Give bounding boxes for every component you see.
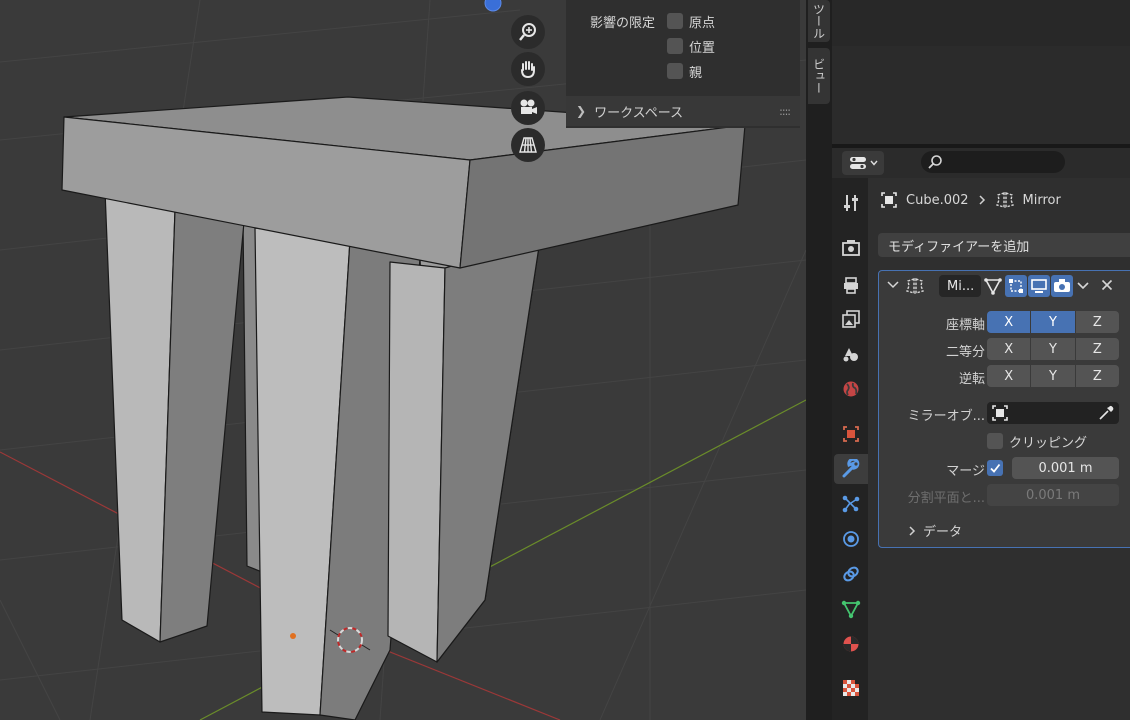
mirror-modifier-panel: Mi... 座標軸 X Y Z 二等分 X Y Z 逆転 X Y Z ミラーオブ… bbox=[878, 270, 1130, 548]
collapse-chevron-icon[interactable] bbox=[887, 280, 899, 290]
tool-tab-icon[interactable] bbox=[836, 188, 866, 218]
scene-tab-icon[interactable] bbox=[836, 339, 866, 369]
merge-label: マージ bbox=[946, 464, 985, 479]
chevron-right-icon: ❯ bbox=[576, 104, 587, 118]
properties-editor-icon bbox=[849, 157, 866, 169]
bisect-distance-label: 分割平面と... bbox=[907, 491, 985, 506]
hand-pan-icon[interactable] bbox=[511, 52, 545, 86]
edit-mode-icon[interactable] bbox=[1005, 275, 1027, 297]
merge-checkbox[interactable] bbox=[987, 460, 1003, 476]
close-icon[interactable] bbox=[1101, 279, 1113, 291]
bisect-z-toggle[interactable]: Z bbox=[1075, 338, 1119, 360]
affect-only-panel: 影響の限定 原点 位置 親 ❯ ワークスペース :::: bbox=[566, 0, 800, 128]
search-icon bbox=[928, 155, 942, 169]
locations-label: 位置 bbox=[689, 40, 716, 56]
properties-main: Cube.002 Mirror モディファイアーを追加 Mi... 座標軸 X … bbox=[868, 178, 1130, 720]
realtime-display-icon[interactable] bbox=[1028, 275, 1050, 297]
breadcrumb: Cube.002 Mirror bbox=[880, 190, 1061, 210]
origins-label: 原点 bbox=[689, 15, 716, 31]
axis-z-toggle[interactable]: Z bbox=[1075, 311, 1119, 333]
object-origin bbox=[290, 633, 296, 639]
editor-type-button[interactable] bbox=[842, 151, 884, 175]
gizmo-axis-ball[interactable] bbox=[484, 0, 502, 12]
mirror-object-field[interactable] bbox=[987, 402, 1119, 424]
bisect-toggle-group: X Y Z bbox=[987, 338, 1119, 360]
render-tab-icon[interactable] bbox=[836, 233, 866, 263]
outliner-strip bbox=[832, 0, 1130, 46]
tab-view[interactable]: ビュー bbox=[808, 48, 830, 104]
axis-x-toggle[interactable]: X bbox=[987, 311, 1032, 333]
locations-option[interactable]: 位置 bbox=[667, 36, 715, 56]
locations-checkbox[interactable] bbox=[667, 38, 683, 54]
mirror-modifier-icon bbox=[995, 192, 1014, 208]
constraints-tab-icon[interactable] bbox=[836, 559, 866, 589]
origins-checkbox[interactable] bbox=[667, 13, 683, 29]
world-tab-icon[interactable] bbox=[836, 374, 866, 404]
axis-y-toggle[interactable]: Y bbox=[1031, 311, 1076, 333]
breadcrumb-object: Cube.002 bbox=[906, 192, 969, 208]
chevron-right-icon bbox=[978, 195, 985, 205]
breadcrumb-modifier: Mirror bbox=[1022, 192, 1061, 208]
modifier-name-field[interactable]: Mi... bbox=[939, 275, 981, 297]
view-layer-tab-icon[interactable] bbox=[836, 304, 866, 334]
drag-handle-icon[interactable]: :::: bbox=[779, 105, 791, 118]
parents-checkbox[interactable] bbox=[667, 63, 683, 79]
add-modifier-button[interactable]: モディファイアーを追加 bbox=[878, 233, 1130, 257]
properties-tabs bbox=[832, 178, 868, 720]
mirror-object-label: ミラーオブ... bbox=[907, 409, 985, 424]
bisect-label: 二等分 bbox=[945, 345, 985, 360]
flip-x-toggle[interactable]: X bbox=[987, 365, 1032, 387]
data-subpanel-label: データ bbox=[923, 525, 963, 540]
workspace-label: ワークスペース bbox=[594, 105, 684, 121]
bisect-distance-field[interactable]: 0.001 m bbox=[987, 484, 1119, 506]
checkmark-icon bbox=[990, 463, 1001, 473]
flip-z-toggle[interactable]: Z bbox=[1075, 365, 1119, 387]
zoom-icon[interactable] bbox=[511, 15, 545, 49]
clipping-checkbox[interactable] bbox=[987, 433, 1003, 449]
origins-option[interactable]: 原点 bbox=[667, 11, 715, 31]
flip-y-toggle[interactable]: Y bbox=[1031, 365, 1076, 387]
render-camera-icon[interactable] bbox=[1051, 275, 1073, 297]
texture-tab-icon[interactable] bbox=[836, 673, 866, 703]
tab-tool[interactable]: ツール bbox=[808, 0, 830, 42]
axis-label: 座標軸 bbox=[945, 318, 985, 333]
sidebar-tabs: ツール ビュー bbox=[806, 0, 832, 720]
modifier-header: Mi... bbox=[879, 271, 1130, 301]
bisect-y-toggle[interactable]: Y bbox=[1031, 338, 1076, 360]
clipping-label: クリッピング bbox=[1009, 436, 1088, 451]
chevron-down-icon bbox=[869, 160, 878, 166]
camera-view-icon[interactable] bbox=[511, 91, 545, 125]
merge-distance-field[interactable]: 0.001 m bbox=[1012, 457, 1119, 479]
bisect-x-toggle[interactable]: X bbox=[987, 338, 1032, 360]
edit-cage-icon[interactable] bbox=[982, 275, 1004, 297]
properties-search-input[interactable] bbox=[921, 151, 1065, 173]
chevron-down-icon[interactable] bbox=[1077, 281, 1089, 291]
properties-header bbox=[832, 148, 1130, 178]
stool-mesh[interactable] bbox=[61, 96, 746, 720]
mirror-icon bbox=[906, 278, 924, 294]
output-tab-icon[interactable] bbox=[836, 270, 866, 300]
data-subpanel[interactable]: データ bbox=[907, 521, 962, 540]
object-tab-icon[interactable] bbox=[836, 419, 866, 449]
parents-option[interactable]: 親 bbox=[667, 61, 702, 81]
data-mesh-tab-icon[interactable] bbox=[836, 594, 866, 624]
eyedropper-icon[interactable] bbox=[1097, 404, 1115, 422]
axis-toggle-group: X Y Z bbox=[987, 311, 1119, 333]
flip-label: 逆転 bbox=[958, 372, 985, 387]
limit-label: 影響の限定 bbox=[590, 15, 656, 31]
material-tab-icon[interactable] bbox=[836, 629, 866, 659]
workspace-subpanel[interactable]: ❯ ワークスペース :::: bbox=[566, 96, 800, 126]
outliner-area[interactable] bbox=[832, 0, 1130, 144]
object-icon bbox=[881, 192, 897, 208]
perspective-grid-icon[interactable] bbox=[511, 128, 545, 162]
chevron-right-icon bbox=[909, 525, 916, 536]
object-icon bbox=[992, 405, 1008, 421]
physics-tab-icon[interactable] bbox=[836, 524, 866, 554]
3d-viewport[interactable]: 影響の限定 原点 位置 親 ❯ ワークスペース :::: bbox=[0, 0, 806, 720]
particles-tab-icon[interactable] bbox=[836, 489, 866, 519]
parents-label: 親 bbox=[689, 65, 703, 81]
flip-toggle-group: X Y Z bbox=[987, 365, 1119, 387]
modifier-tab-wrench-icon[interactable] bbox=[834, 454, 868, 484]
